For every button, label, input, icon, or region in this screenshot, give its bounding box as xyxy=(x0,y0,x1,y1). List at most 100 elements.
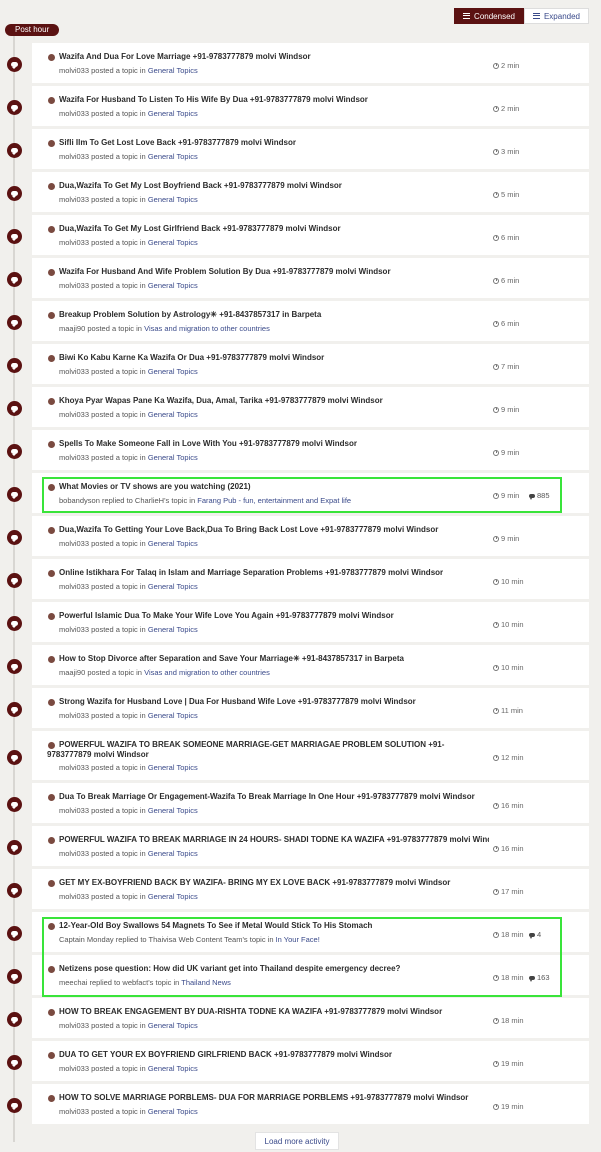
activity-meta: maaji90 posted a topic in Visas and migr… xyxy=(59,324,270,333)
topic-title-link[interactable]: HOW TO SOLVE MARRIAGE PORBLEMS- DUA FOR … xyxy=(59,1093,489,1103)
forum-link[interactable]: In Your Face! xyxy=(276,935,320,944)
user-link[interactable]: molvi033 xyxy=(59,109,89,118)
forum-link[interactable]: General Topics xyxy=(148,625,198,634)
user-link[interactable]: molvi033 xyxy=(59,152,89,161)
forum-link[interactable]: Visas and migration to other countries xyxy=(144,324,270,333)
topic-title-link[interactable]: Spells To Make Someone Fall in Love With… xyxy=(59,439,489,449)
user-link[interactable]: molvi033 xyxy=(59,539,89,548)
user-link[interactable]: maaji90 xyxy=(59,324,85,333)
forum-link[interactable]: General Topics xyxy=(148,1107,198,1116)
user-link[interactable]: molvi033 xyxy=(59,195,89,204)
topic-title-link[interactable]: Wazifa For Husband To Listen To His Wife… xyxy=(59,95,489,105)
user-link[interactable]: bobandyson xyxy=(59,496,100,505)
topic-title-link[interactable]: Powerful Islamic Dua To Make Your Wife L… xyxy=(59,611,489,621)
comment-bubble-icon xyxy=(7,186,22,201)
topic-title-link[interactable]: POWERFUL WAZIFA TO BREAK SOMEONE MARRIAG… xyxy=(47,740,477,760)
forum-link[interactable]: General Topics xyxy=(148,1021,198,1030)
bullet-dot xyxy=(48,441,55,448)
user-link[interactable]: molvi033 xyxy=(59,1107,89,1116)
topic-title-link[interactable]: Wazifa For Husband And Wife Problem Solu… xyxy=(59,267,489,277)
topic-title-link[interactable]: 12-Year-Old Boy Swallows 54 Magnets To S… xyxy=(59,921,489,931)
user-link[interactable]: molvi033 xyxy=(59,806,89,815)
forum-link[interactable]: General Topics xyxy=(148,539,198,548)
forum-link[interactable]: General Topics xyxy=(148,367,198,376)
time-text: 10 min xyxy=(501,620,524,629)
forum-link[interactable]: General Topics xyxy=(148,195,198,204)
activity-card: Dua To Break Marriage Or Engagement-Wazi… xyxy=(32,783,589,823)
topic-title-link[interactable]: Breakup Problem Solution by Astrology✳ +… xyxy=(59,310,489,320)
user-link[interactable]: molvi033 xyxy=(59,410,89,419)
forum-link[interactable]: General Topics xyxy=(148,453,198,462)
forum-link[interactable]: General Topics xyxy=(148,1064,198,1073)
time-text: 9 min xyxy=(501,491,520,500)
forum-link[interactable]: Farang Pub - fun, entertainment and Expa… xyxy=(197,496,351,505)
comment-bubble-icon xyxy=(7,57,22,72)
forum-link[interactable]: General Topics xyxy=(148,711,198,720)
forum-link[interactable]: General Topics xyxy=(148,152,198,161)
topic-title-link[interactable]: Dua,Wazifa To Getting Your Love Back,Dua… xyxy=(59,525,489,535)
action-text: posted a topic in xyxy=(91,1064,146,1073)
user-link[interactable]: Captain Monday xyxy=(59,935,114,944)
user-link[interactable]: meechai xyxy=(59,978,87,987)
topic-title-link[interactable]: Strong Wazifa for Husband Love | Dua For… xyxy=(59,697,489,707)
topic-title-link[interactable]: Netizens pose question: How did UK varia… xyxy=(59,964,489,974)
user-link[interactable]: molvi033 xyxy=(59,1021,89,1030)
topic-title-link[interactable]: How to Stop Divorce after Separation and… xyxy=(59,654,489,664)
forum-link[interactable]: General Topics xyxy=(148,66,198,75)
forum-link[interactable]: General Topics xyxy=(148,892,198,901)
topic-title-link[interactable]: Biwi Ko Kabu Karne Ka Wazifa Or Dua +91-… xyxy=(59,353,489,363)
user-link[interactable]: molvi033 xyxy=(59,625,89,634)
activity-meta: bobandyson replied to CharlieH's topic i… xyxy=(59,496,351,505)
forum-link[interactable]: Thailand News xyxy=(181,978,231,987)
forum-link[interactable]: General Topics xyxy=(148,410,198,419)
forum-link[interactable]: General Topics xyxy=(148,763,198,772)
topic-title-link[interactable]: Dua,Wazifa To Get My Lost Boyfriend Back… xyxy=(59,181,489,191)
user-link[interactable]: molvi033 xyxy=(59,711,89,720)
topic-title-link[interactable]: Khoya Pyar Wapas Pane Ka Wazifa, Dua, Am… xyxy=(59,396,489,406)
forum-link[interactable]: Visas and migration to other countries xyxy=(144,668,270,677)
topic-title-link[interactable]: Sifli Ilm To Get Lost Love Back +91-9783… xyxy=(59,138,489,148)
topic-title-link[interactable]: DUA TO GET YOUR EX BOYFRIEND GIRLFRIEND … xyxy=(59,1050,489,1060)
activity-card: Wazifa For Husband And Wife Problem Solu… xyxy=(32,258,589,298)
comment-icon xyxy=(529,975,535,982)
comment-bubble-icon xyxy=(7,530,22,545)
user-link[interactable]: molvi033 xyxy=(59,453,89,462)
user-link[interactable]: molvi033 xyxy=(59,849,89,858)
forum-link[interactable]: General Topics xyxy=(148,806,198,815)
topic-title-link[interactable]: Dua,Wazifa To Get My Lost Girlfriend Bac… xyxy=(59,224,489,234)
activity-meta: meechai replied to webfact's topic in Th… xyxy=(59,978,231,987)
topic-title-link[interactable]: GET MY EX-BOYFRIEND BACK BY WAZIFA- BRIN… xyxy=(59,878,489,888)
user-link[interactable]: molvi033 xyxy=(59,66,89,75)
topic-title-link[interactable]: HOW TO BREAK ENGAGEMENT BY DUA-RISHTA TO… xyxy=(59,1007,489,1017)
forum-link[interactable]: General Topics xyxy=(148,238,198,247)
topic-title-link[interactable]: Wazifa And Dua For Love Marriage +91-978… xyxy=(59,52,489,62)
topic-title-link[interactable]: Dua To Break Marriage Or Engagement-Wazi… xyxy=(59,792,489,802)
topic-title-link[interactable]: POWERFUL WAZIFA TO BREAK MARRIAGE IN 24 … xyxy=(59,835,489,845)
time-text: 18 min xyxy=(501,973,524,982)
action-text: posted a topic in xyxy=(91,410,146,419)
user-link[interactable]: molvi033 xyxy=(59,281,89,290)
user-link[interactable]: molvi033 xyxy=(59,238,89,247)
bullet-dot xyxy=(48,837,55,844)
forum-link[interactable]: General Topics xyxy=(148,281,198,290)
forum-link[interactable]: General Topics xyxy=(148,582,198,591)
forum-link[interactable]: General Topics xyxy=(148,849,198,858)
user-link[interactable]: maaji90 xyxy=(59,668,85,677)
condensed-view-button[interactable]: Condensed xyxy=(454,8,524,24)
load-more-button[interactable]: Load more activity xyxy=(255,1132,339,1150)
topic-title-link[interactable]: Online Istikhara For Talaq in Islam and … xyxy=(59,568,489,578)
user-link[interactable]: molvi033 xyxy=(59,367,89,376)
comment-bubble-icon xyxy=(7,401,22,416)
topic-title-link[interactable]: What Movies or TV shows are you watching… xyxy=(59,482,489,492)
time-text: 16 min xyxy=(501,844,524,853)
user-link[interactable]: molvi033 xyxy=(59,763,89,772)
activity-item: HOW TO SOLVE MARRIAGE PORBLEMS- DUA FOR … xyxy=(0,1081,601,1124)
forum-link[interactable]: General Topics xyxy=(148,109,198,118)
user-link[interactable]: molvi033 xyxy=(59,1064,89,1073)
user-link[interactable]: molvi033 xyxy=(59,892,89,901)
activity-card: Sifli Ilm To Get Lost Love Back +91-9783… xyxy=(32,129,589,169)
clock-icon xyxy=(493,234,499,241)
expanded-view-button[interactable]: Expanded xyxy=(523,8,589,24)
clock-icon xyxy=(493,888,499,895)
user-link[interactable]: molvi033 xyxy=(59,582,89,591)
